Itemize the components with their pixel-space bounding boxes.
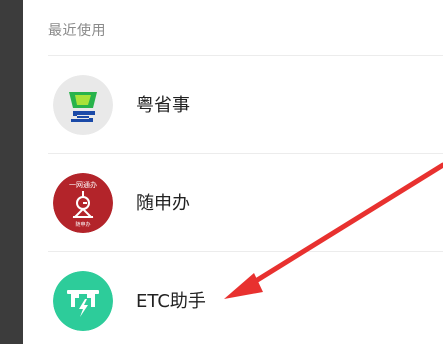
- recent-apps-screen: 最近使用 粤省事 一网通办 随申办 随申办 ETC助手: [0, 0, 443, 344]
- section-title-recent: 最近使用: [48, 23, 106, 39]
- etc-helper-app-icon: [53, 271, 113, 331]
- yueshengshi-app-icon: [53, 75, 113, 135]
- app-label-yueshengshi: 粤省事: [136, 95, 190, 116]
- app-row-suishenban[interactable]: 一网通办 随申办 随申办: [23, 153, 443, 251]
- app-row-etc-helper[interactable]: ETC助手: [23, 251, 443, 344]
- left-edge-bar: [0, 0, 23, 344]
- suishenban-icon-text: 一网通办: [69, 180, 97, 189]
- app-label-suishenban: 随申办: [136, 193, 190, 214]
- app-label-etc-helper: ETC助手: [136, 291, 206, 312]
- suishenban-app-icon: 一网通办 随申办: [53, 173, 113, 233]
- app-row-yueshengshi[interactable]: 粤省事: [23, 55, 443, 153]
- suishenban-icon-subtext: 随申办: [75, 221, 90, 228]
